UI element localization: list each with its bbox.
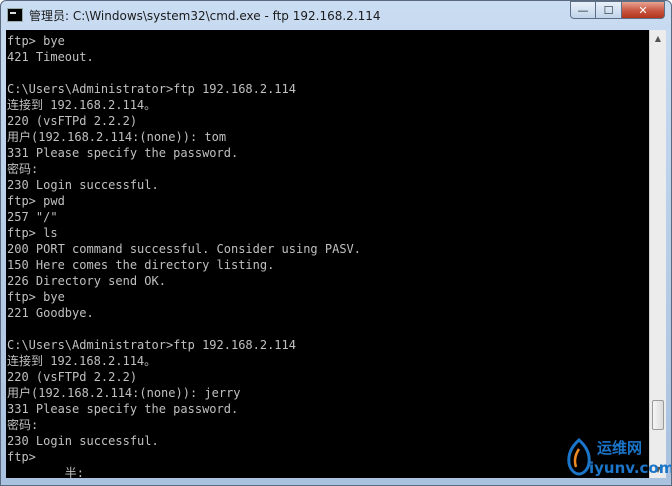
console-line: 226 Directory send OK. — [7, 274, 166, 288]
console-line: ftp> bye — [7, 290, 65, 304]
console-line: 220 (vsFTPd 2.2.2) — [7, 114, 138, 128]
console-line: 230 Login successful. — [7, 178, 159, 192]
console-line: 221 Goodbye. — [7, 306, 94, 320]
console-line: 220 (vsFTPd 2.2.2) — [7, 370, 138, 384]
console-line: 连接到 192.168.2.114。 — [7, 354, 157, 368]
title-bar[interactable]: 管理员: C:\Windows\system32\cmd.exe - ftp 1… — [1, 1, 671, 29]
window-title: 管理员: C:\Windows\system32\cmd.exe - ftp 1… — [29, 8, 381, 23]
console-line: ftp> bye — [7, 34, 65, 48]
cmd-window: 管理员: C:\Windows\system32\cmd.exe - ftp 1… — [0, 0, 672, 486]
console-line: 150 Here comes the directory listing. — [7, 258, 275, 272]
console-output[interactable]: ftp> bye 421 Timeout. C:\Users\Administrat… — [6, 30, 649, 478]
console-line: 密码: — [7, 418, 39, 432]
console-line: ftp> — [7, 450, 36, 464]
console-line: C:\Users\Administrator>ftp 192.168.2.114 — [7, 338, 296, 352]
close-icon: ✕ — [638, 3, 648, 17]
cmd-app-icon[interactable] — [7, 8, 23, 22]
console-line: 421 Timeout. — [7, 50, 94, 64]
scrollbar-thumb[interactable] — [652, 400, 664, 430]
console-line: 230 Login successful. — [7, 434, 159, 448]
maximize-button[interactable]: ☐ — [596, 1, 622, 19]
console-line: 半: — [7, 466, 85, 478]
console-line: 200 PORT command successful. Consider us… — [7, 242, 362, 256]
console-line: 331 Please specify the password. — [7, 146, 239, 160]
maximize-icon: ☐ — [603, 3, 614, 17]
console-lines: ftp> bye 421 Timeout. C:\Users\Administrat… — [6, 30, 649, 478]
console-line: 257 "/" — [7, 210, 58, 224]
close-button[interactable]: ✕ — [622, 1, 665, 19]
scroll-up-arrow[interactable]: ▲ — [650, 30, 666, 47]
watermark-cn-text: 运维网 — [597, 439, 643, 457]
console-line: 331 Please specify the password. — [7, 402, 239, 416]
console-line: ftp> pwd — [7, 194, 65, 208]
console-line: 用户(192.168.2.114:(none)): jerry — [7, 386, 241, 400]
watermark-en-text: iyunv.com — [589, 459, 672, 477]
vertical-scrollbar[interactable]: ▲ ▼ — [649, 30, 666, 478]
console-line: ftp> ls — [7, 226, 58, 240]
console-line: C:\Users\Administrator>ftp 192.168.2.114 — [7, 82, 296, 96]
console-line: 用户(192.168.2.114:(none)): tom — [7, 130, 227, 144]
console-line: 连接到 192.168.2.114。 — [7, 98, 157, 112]
minimize-button[interactable]: — — [570, 1, 596, 19]
console-line: 密码: — [7, 162, 39, 176]
window-controls: — ☐ ✕ — [570, 1, 665, 19]
chevron-up-icon: ▲ — [654, 34, 662, 43]
site-watermark: 运维网 iyunv.com — [561, 435, 671, 481]
minimize-icon: — — [577, 3, 589, 17]
